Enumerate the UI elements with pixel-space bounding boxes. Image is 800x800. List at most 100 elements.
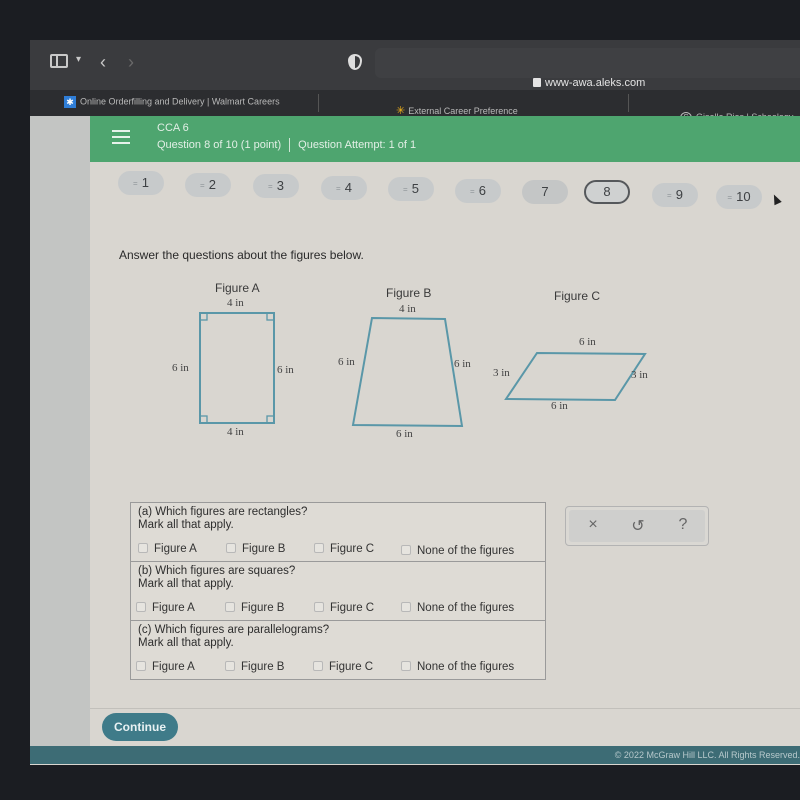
privacy-shield-icon[interactable] — [348, 54, 362, 70]
part-c-option-figure-c[interactable]: Figure C — [313, 661, 373, 673]
address-bar[interactable] — [375, 48, 800, 78]
figure-a-bottom-label: 4 in — [227, 426, 244, 438]
part-c: (c) Which figures are parallelograms? Mar… — [131, 621, 545, 680]
browser-toolbar: ▾ ‹ › — [30, 40, 800, 90]
figure-b-right-label: 6 in — [454, 358, 471, 370]
checkbox[interactable] — [401, 602, 411, 612]
checkbox[interactable] — [136, 602, 146, 612]
figure-c-left-label: 3 in — [493, 367, 510, 379]
tab-walmart-careers[interactable]: ✱ Online Orderfilling and Delivery | Walm… — [64, 96, 280, 108]
attempt-info: Question Attempt: 1 of 1 — [298, 138, 417, 151]
part-c-option-none[interactable]: None of the figures — [401, 661, 514, 673]
question-nav-1[interactable]: = 1 — [118, 171, 164, 195]
figure-a-top-label: 4 in — [227, 297, 244, 309]
answered-icon: = — [667, 190, 672, 200]
course-name: CCA 6 — [157, 122, 189, 134]
answer-panel: (a) Which figures are rectangles? Mark al… — [130, 502, 546, 680]
checkbox[interactable] — [226, 543, 236, 553]
forward-icon[interactable]: › — [128, 52, 134, 73]
chevron-down-icon[interactable]: ▾ — [76, 54, 81, 65]
sidebar-toggle-icon[interactable] — [50, 54, 68, 68]
part-a-option-figure-c[interactable]: Figure C — [314, 543, 374, 555]
figure-a-title: Figure A — [215, 281, 260, 295]
right-angle-mark — [199, 415, 208, 424]
answered-icon: = — [727, 192, 733, 202]
clear-x-icon[interactable]: × — [583, 516, 603, 534]
part-a-option-none[interactable]: None of the figures — [401, 545, 514, 557]
answered-icon: = — [336, 183, 341, 193]
checkbox[interactable] — [401, 545, 411, 555]
answered-icon: = — [403, 184, 408, 194]
figure-a-right-label: 6 in — [277, 364, 294, 376]
figure-b-bottom-label: 6 in — [396, 428, 413, 440]
browser-window: ▾ ‹ › www-awa.aleks.com ✱ Online Orderfil… — [30, 40, 800, 765]
part-c-option-figure-a[interactable]: Figure A — [136, 661, 195, 673]
checkbox[interactable] — [314, 602, 324, 612]
checkbox[interactable] — [138, 543, 148, 553]
part-b-question: (b) Which figures are squares? Mark all t… — [138, 565, 296, 590]
question-nav-7[interactable]: 7 — [522, 180, 568, 204]
part-b: (b) Which figures are squares? Mark all t… — [131, 562, 545, 621]
answered-icon: = — [470, 186, 475, 196]
undo-icon[interactable]: ↺ — [628, 516, 648, 536]
right-angle-mark — [199, 312, 208, 321]
walmart-spark-icon: ✱ — [64, 96, 76, 108]
part-b-option-figure-a[interactable]: Figure A — [136, 602, 195, 614]
checkbox[interactable] — [225, 661, 235, 671]
question-nav-8-current[interactable]: 8 — [584, 180, 630, 204]
part-a-option-figure-a[interactable]: Figure A — [138, 543, 197, 555]
figure-a-rectangle — [199, 312, 275, 424]
part-c-question: (c) Which figures are parallelograms? Mar… — [138, 624, 330, 649]
figure-b-top-label: 4 in — [399, 303, 416, 315]
hamburger-menu-icon[interactable] — [112, 130, 130, 148]
question-nav-6[interactable]: = 6 — [455, 179, 501, 203]
checkbox[interactable] — [401, 661, 411, 671]
question-nav-10[interactable]: = 10 — [716, 185, 762, 209]
tab-divider — [628, 94, 629, 112]
figure-c-title: Figure C — [554, 289, 601, 303]
part-a-question: (a) Which figures are rectangles? Mark al… — [138, 506, 308, 531]
question-nav-3[interactable]: = 3 — [253, 174, 299, 198]
question-navigation: = 1 = 2 = 3 = 4 = 5 = 6 7 8 = 9 = 10 — [90, 162, 800, 222]
question-nav-2[interactable]: = 2 — [185, 173, 231, 197]
part-b-option-figure-b[interactable]: Figure B — [225, 602, 284, 614]
figures-diagram — [199, 312, 647, 428]
checkbox[interactable] — [313, 661, 323, 671]
figure-b-trapezoid — [351, 316, 464, 428]
answered-icon: = — [200, 180, 205, 190]
checkbox[interactable] — [314, 543, 324, 553]
question-nav-4[interactable]: = 4 — [321, 176, 367, 200]
figure-b-left-label: 6 in — [338, 356, 355, 368]
tab-divider — [318, 94, 319, 112]
part-b-option-figure-c[interactable]: Figure C — [314, 602, 374, 614]
right-angle-mark — [266, 415, 275, 424]
part-a: (a) Which figures are rectangles? Mark al… — [131, 503, 545, 562]
question-number: Question 8 of 10 (1 point) — [157, 138, 282, 151]
figure-c-top-label: 6 in — [579, 336, 596, 348]
question-info: Question 8 of 10 (1 point) Question Attem… — [157, 138, 416, 152]
figure-b-title: Figure B — [386, 286, 432, 300]
continue-button[interactable]: Continue — [102, 713, 178, 741]
figure-c-parallelogram — [504, 351, 647, 402]
left-margin — [30, 116, 90, 746]
divider — [289, 138, 291, 152]
help-question-icon[interactable]: ? — [673, 516, 693, 534]
part-a-option-figure-b[interactable]: Figure B — [226, 543, 285, 555]
checkbox[interactable] — [225, 602, 235, 612]
answered-icon: = — [268, 181, 273, 191]
back-icon[interactable]: ‹ — [100, 52, 106, 73]
lock-icon — [533, 78, 541, 87]
divider — [90, 708, 800, 709]
figure-c-bottom-label: 6 in — [551, 400, 568, 412]
answered-icon: = — [133, 178, 138, 188]
question-nav-5[interactable]: = 5 — [388, 177, 434, 201]
figure-c-right-label: 3 in — [631, 369, 648, 381]
right-angle-mark — [266, 312, 275, 321]
question-nav-9[interactable]: = 9 — [652, 183, 698, 207]
problem-area: Answer the questions about the figures b… — [90, 222, 800, 712]
url-text[interactable]: www-awa.aleks.com — [545, 77, 645, 89]
bookmarks-bar: ✱ Online Orderfilling and Delivery | Walm… — [30, 90, 800, 124]
part-b-option-none[interactable]: None of the figures — [401, 602, 514, 614]
part-c-option-figure-b[interactable]: Figure B — [225, 661, 284, 673]
checkbox[interactable] — [136, 661, 146, 671]
